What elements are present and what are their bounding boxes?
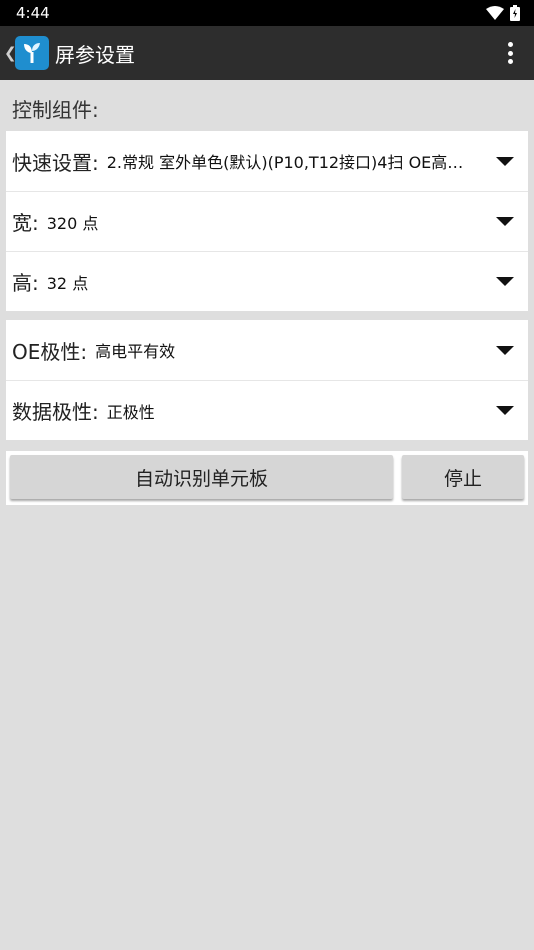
width-row[interactable]: 宽: 320 点 <box>6 191 528 251</box>
data-polarity-row[interactable]: 数据极性: 正极性 <box>6 380 528 440</box>
status-icons <box>486 5 520 21</box>
back-chevron-icon[interactable]: ❮ <box>4 44 17 62</box>
dropdown-arrow-icon[interactable] <box>496 406 514 415</box>
dropdown-arrow-icon[interactable] <box>496 345 514 355</box>
oe-polarity-label: OE极性: <box>12 339 88 364</box>
app-bar: ❮ 屏参设置 <box>0 26 534 80</box>
oe-polarity-value[interactable]: 高电平有效 <box>95 338 490 362</box>
data-polarity-label: 数据极性: <box>12 400 99 424</box>
stop-button[interactable]: 停止 <box>402 455 524 499</box>
auto-detect-button[interactable]: 自动识别单元板 <box>10 455 393 499</box>
quick-settings-row[interactable]: 快速设置: 2.常规 室外单色(默认)(P10,T12接口)4扫 OE高… <box>6 131 528 191</box>
status-time: 4:44 <box>16 4 50 22</box>
quick-settings-label: 快速设置: <box>12 150 99 175</box>
height-value[interactable]: 32 点 <box>47 270 490 294</box>
battery-icon <box>510 5 520 21</box>
app-title: 屏参设置 <box>55 42 135 67</box>
wifi-icon <box>486 6 504 20</box>
data-polarity-value[interactable]: 正极性 <box>107 399 490 423</box>
width-label: 宽: <box>12 211 39 235</box>
quick-settings-value[interactable]: 2.常规 室外单色(默认)(P10,T12接口)4扫 OE高… <box>107 149 490 173</box>
polarity-settings-card: OE极性: 高电平有效 数据极性: 正极性 <box>6 320 528 440</box>
section-title: 控制组件: <box>12 98 99 122</box>
dropdown-arrow-icon[interactable] <box>496 156 514 166</box>
dropdown-arrow-icon[interactable] <box>496 277 514 286</box>
oe-polarity-row[interactable]: OE极性: 高电平有效 <box>6 320 528 380</box>
width-value[interactable]: 320 点 <box>47 210 490 234</box>
overflow-menu-icon[interactable] <box>498 38 522 68</box>
height-row[interactable]: 高: 32 点 <box>6 251 528 311</box>
action-bar: 自动识别单元板 停止 <box>6 451 528 505</box>
status-bar: 4:44 <box>0 0 534 26</box>
height-label: 高: <box>12 271 39 295</box>
size-settings-card: 快速设置: 2.常规 室外单色(默认)(P10,T12接口)4扫 OE高… 宽:… <box>6 131 528 311</box>
app-logo-icon[interactable] <box>15 36 49 70</box>
dropdown-arrow-icon[interactable] <box>496 217 514 226</box>
